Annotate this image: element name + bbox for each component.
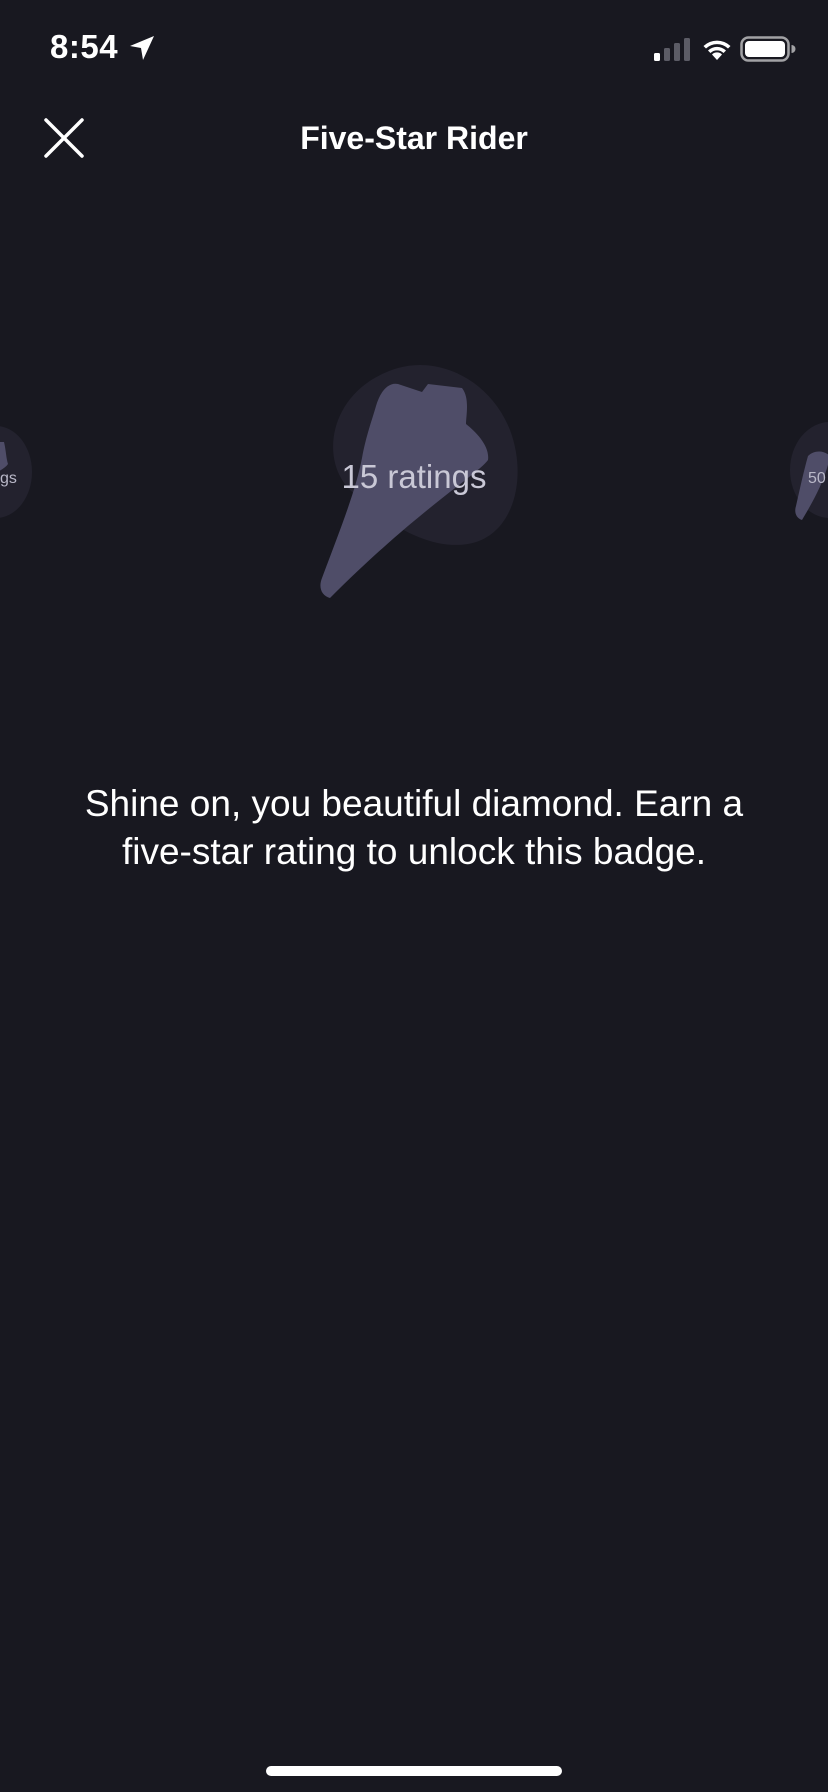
badge-next-label: 50 [808, 470, 826, 487]
badge-current[interactable]: 15 ratings [300, 340, 540, 620]
location-arrow-icon [130, 36, 154, 60]
wifi-icon [703, 40, 731, 60]
cellular-signal-icon [654, 38, 690, 61]
battery-icon [740, 36, 796, 62]
screen: 8:54 Five-Star Rider 15 ratings gs 50 Sh… [0, 0, 828, 1792]
status-time: 8:54 [50, 28, 119, 65]
badge-ratings-label: 15 ratings [341, 458, 487, 495]
badge-previous-label: gs [0, 470, 17, 487]
badge-description: Shine on, you beautiful diamond. Earn a … [84, 783, 744, 872]
badge-carousel[interactable]: 15 ratings [0, 340, 828, 620]
page-title: Five-Star Rider [300, 120, 528, 156]
status-bar: 8:54 [0, 0, 828, 100]
home-indicator[interactable] [266, 1766, 562, 1776]
